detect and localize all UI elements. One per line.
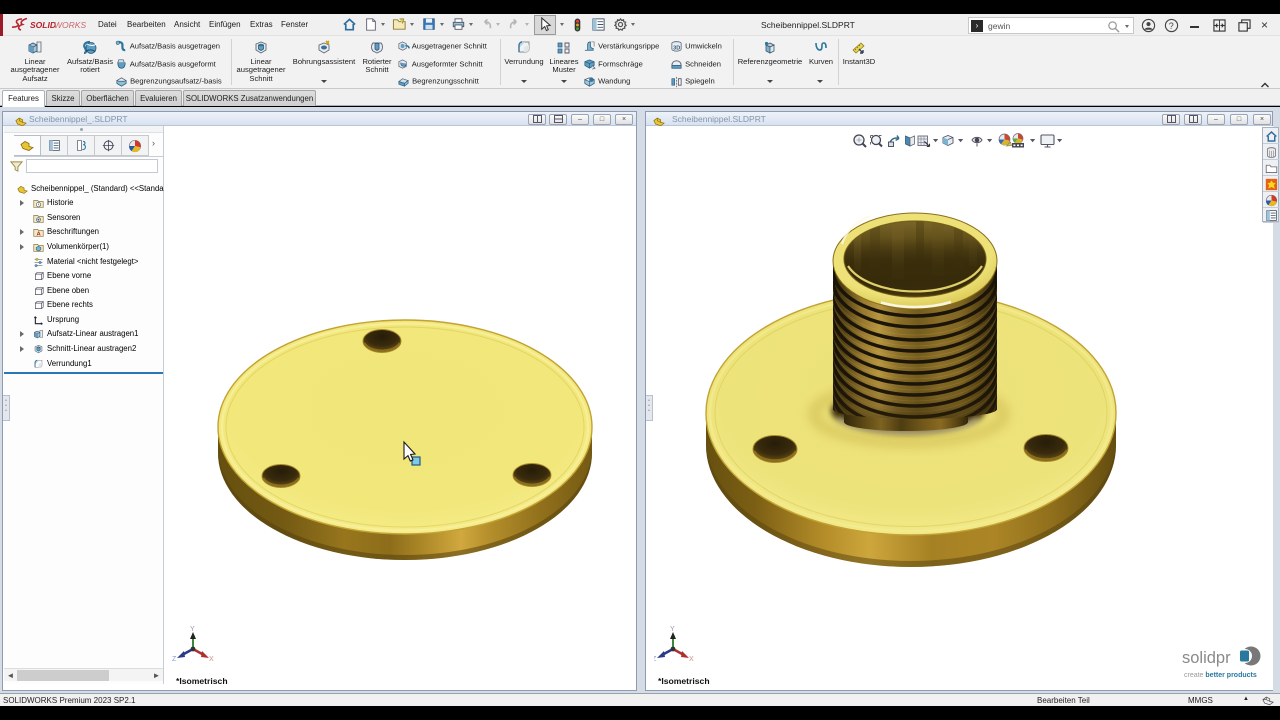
svg-text:*Isometrisch: *Isometrisch <box>176 676 228 686</box>
svg-text:Y: Y <box>190 626 195 633</box>
svg-text:*Isometrisch: *Isometrisch <box>658 676 710 686</box>
svg-text:Y: Y <box>670 626 675 633</box>
svg-text:?: ? <box>1169 21 1174 31</box>
svg-text:X: X <box>689 656 694 663</box>
svg-text:Z: Z <box>654 656 657 663</box>
svg-text:create better products: create better products <box>1184 672 1257 679</box>
svg-text:Z: Z <box>172 656 177 663</box>
svg-text:solidpr: solidpr <box>1182 649 1231 667</box>
svg-text:WORKS: WORKS <box>54 20 86 30</box>
svg-text:A: A <box>37 231 42 237</box>
svg-text:X: X <box>209 656 214 663</box>
svg-text:SOLID: SOLID <box>30 20 56 30</box>
